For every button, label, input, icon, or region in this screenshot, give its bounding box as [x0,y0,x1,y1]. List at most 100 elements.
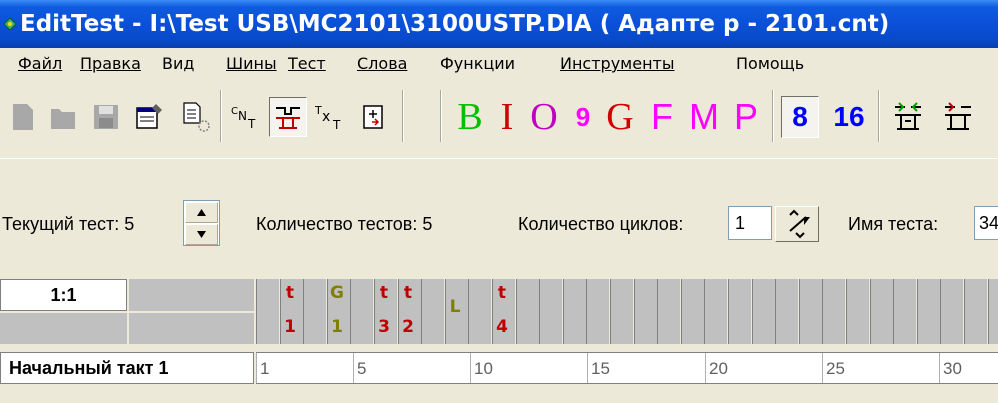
grid-column[interactable] [350,279,373,344]
grid-column[interactable] [681,279,704,344]
grid-column[interactable] [634,279,657,344]
current-test-label: Текущий тест: 5 [2,214,135,234]
menu-view[interactable]: Вид [162,48,194,80]
letter-button-m[interactable]: M [684,82,724,152]
grid-column[interactable] [704,279,727,344]
new-icon [13,104,33,130]
menu-buses[interactable]: Шины [226,48,277,80]
grid-column[interactable] [988,279,998,344]
letter-button-9[interactable]: 9 [568,82,598,152]
tx-button[interactable]: T x T [312,82,350,152]
title-bar[interactable]: EditTest - I:\Test USB\MC2101\3100USTP.D… [0,0,998,48]
mark-top: L [449,297,461,317]
menu-file[interactable]: Файл [18,48,62,80]
export-button[interactable] [176,82,216,152]
properties-button[interactable] [130,82,170,152]
mark-top: G [330,283,344,303]
toolbar-separator [402,90,404,142]
grid-column[interactable] [539,279,562,344]
open-button[interactable] [46,82,82,152]
grid-column[interactable] [468,279,491,344]
swap-bits-2-button[interactable] [938,82,978,152]
toolbar-separator [220,90,222,142]
grid-column[interactable] [728,279,751,344]
tact-tick: 1 [256,353,269,383]
menu-file-label: Файл [18,54,63,73]
export-icon [183,102,210,132]
swap-bits-button[interactable] [888,82,928,152]
grid-column[interactable] [775,279,798,344]
grid-column[interactable] [940,279,963,344]
new-button[interactable] [6,82,40,152]
menu-test[interactable]: Тест [288,48,326,80]
toolbar-separator [772,90,774,142]
mark-bottom: 2 [402,317,414,337]
grid-header-cell [0,313,127,344]
tact-ruler[interactable]: 1 5 10 15 20 25 30 [256,352,998,384]
letter-button-f[interactable]: F [644,82,680,152]
letter-button-i[interactable]: I [492,82,522,152]
grid-column[interactable] [256,279,279,344]
menu-buses-label: Шины [226,54,277,73]
spin-up-button[interactable] [185,202,218,223]
svg-text:T: T [247,117,256,131]
grid-column[interactable] [303,279,326,344]
save-button[interactable] [88,82,124,152]
cycles-apply-button[interactable] [775,206,819,242]
test-name-input[interactable]: 34 [974,206,998,240]
grid-column[interactable] [657,279,680,344]
bus-button[interactable] [268,82,308,152]
letter-button-p[interactable]: P [728,82,764,152]
letter-button-o[interactable]: O [524,82,564,152]
grid-column[interactable] [586,279,609,344]
insert-button[interactable] [354,82,394,152]
svg-text:T: T [314,104,322,117]
mark-top: t [403,283,413,303]
grid-column[interactable] [799,279,822,344]
grid-column[interactable] [563,279,586,344]
swap-bits-icon [895,102,921,130]
letter-o-label: O [530,96,558,138]
letter-f-label: F [651,96,673,137]
bus-button-frame [269,97,307,137]
tact-tick: 5 [353,353,366,383]
menu-words[interactable]: Слова [357,48,407,80]
grid-header-cell [129,279,254,311]
radix-8-button[interactable]: 8 [780,82,820,152]
arrow-down-icon [197,231,206,238]
menu-tools[interactable]: Инструменты [560,48,675,80]
menu-help[interactable]: Помощь [736,48,804,80]
grid-column[interactable] [421,279,444,344]
grid-column[interactable] [846,279,869,344]
test-count-label: Количество тестов: 5 [256,214,433,234]
mark-top: t [379,283,389,303]
letter-i-label: I [500,96,514,138]
cn-icon: C N T [231,106,256,131]
letter-button-b[interactable]: B [452,82,488,152]
menu-edit-label: Правка [80,54,141,73]
grid-column[interactable] [516,279,539,344]
menu-edit[interactable]: Правка [80,48,141,80]
menu-tools-label: Инструменты [560,54,675,73]
cn-button[interactable]: C N T [226,82,264,152]
grid-column[interactable] [822,279,845,344]
grid-column[interactable] [870,279,893,344]
spin-down-button[interactable] [185,224,218,245]
test-name-label: Имя теста: [848,214,939,234]
grid-column[interactable] [917,279,940,344]
scale-header[interactable]: 1:1 [0,279,127,311]
letter-9-label: 9 [575,102,591,132]
grid-column[interactable] [893,279,916,344]
grid-columns[interactable]: t1G1t3t2Lt4 [256,279,998,344]
grid-column[interactable] [752,279,775,344]
grid-column[interactable] [964,279,987,344]
cycles-input[interactable]: 1 [728,206,772,240]
svg-text:x: x [322,109,330,125]
letter-button-g[interactable]: G [600,82,640,152]
menu-functions[interactable]: Функции [440,48,515,80]
menu-view-label: Вид [162,54,195,73]
radix-16-button[interactable]: 16 [826,82,872,152]
tact-tick: 15 [587,353,610,383]
current-test-spinner[interactable] [183,200,220,246]
grid-column[interactable] [610,279,633,344]
